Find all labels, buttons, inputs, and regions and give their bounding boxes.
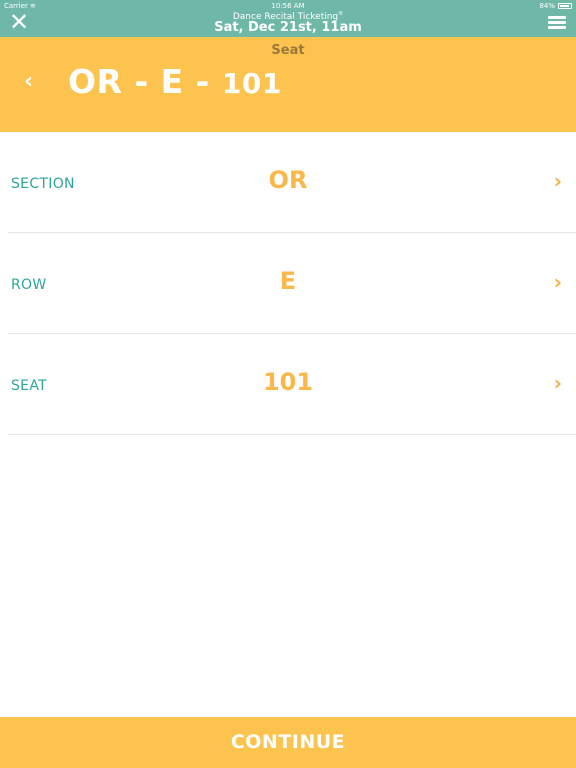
back-button[interactable]: ‹ [24, 69, 33, 94]
event-date: Sat, Dec 21st, 11am [214, 20, 362, 35]
chevron-left-icon: ‹ [24, 69, 34, 94]
hamburger-menu-icon [548, 16, 566, 19]
seat-value: 101 [262, 368, 314, 396]
seat-title: OR - E - 101 [68, 62, 282, 101]
row-value: E [279, 267, 297, 295]
header-subtitle: Seat [271, 43, 305, 58]
chevron-right-icon: › [553, 169, 562, 193]
menu-button[interactable] [548, 16, 566, 30]
seat-row[interactable]: SEAT 101 › [0, 334, 576, 435]
continue-button[interactable]: CONTINUE [0, 717, 576, 768]
row-row[interactable]: ROW E › [0, 233, 576, 334]
battery-icon [558, 3, 572, 9]
seat-header: Seat ‹ OR - E - 101 [0, 37, 576, 132]
status-battery: 84% [539, 2, 572, 10]
top-bar: Carrier ≋ 10:56 AM 84% ✕ Dance Recital Ti… [0, 0, 576, 37]
chevron-right-icon: › [553, 371, 562, 395]
chevron-right-icon: › [553, 270, 562, 294]
status-time: 10:56 AM [271, 2, 305, 10]
section-row[interactable]: SECTION OR › [0, 132, 576, 233]
section-value: OR [268, 166, 308, 194]
divider [8, 434, 576, 435]
